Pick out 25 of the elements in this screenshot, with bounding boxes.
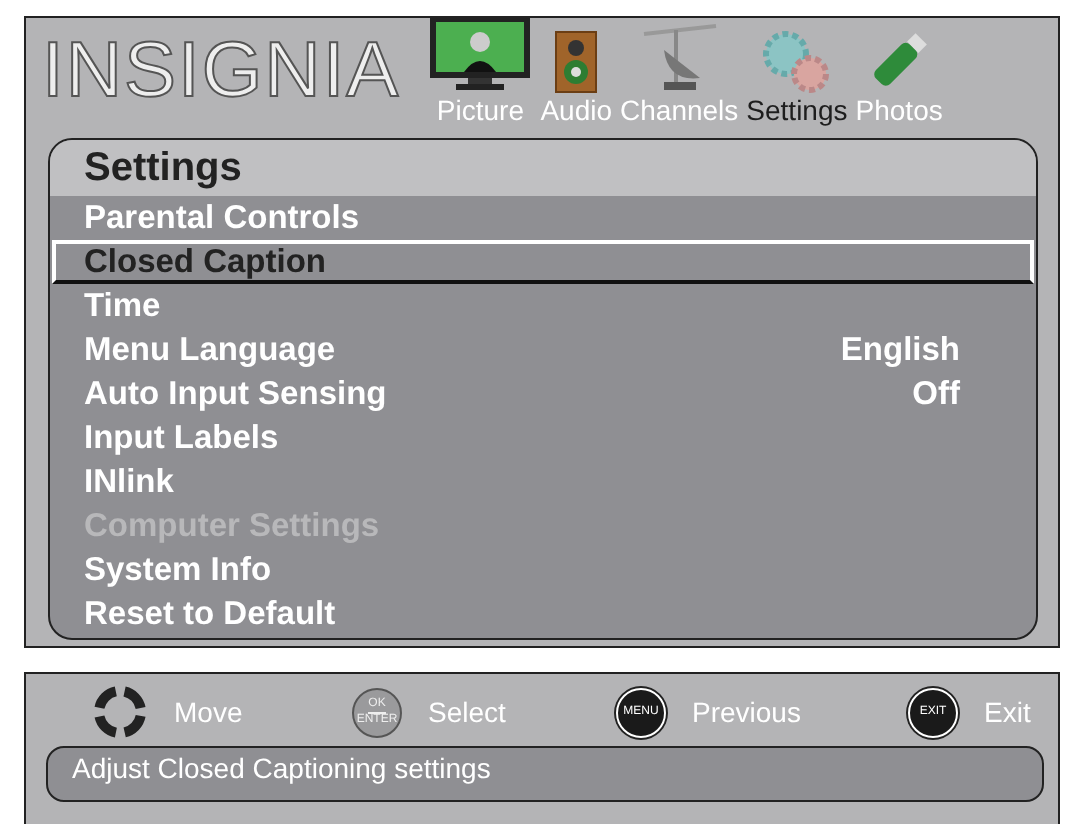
panel-title: Settings (50, 140, 1036, 196)
menu-item[interactable]: System Info (50, 548, 1036, 592)
brand-logo: INSIGNIA (42, 32, 401, 110)
menu-tab[interactable]: Channels (620, 14, 739, 126)
speaker-icon (554, 30, 599, 94)
menu-item[interactable]: Time (50, 284, 1036, 328)
menu-tab[interactable]: Audio (540, 14, 613, 126)
satellite-dish-icon (639, 22, 720, 94)
menu-item[interactable]: Auto Input Sensing Off (50, 372, 1036, 416)
menu-item[interactable]: Reset to Default (50, 592, 1036, 636)
hint-label: Exit (984, 696, 1031, 728)
menu-tab[interactable]: Picture (428, 14, 533, 126)
menu-item[interactable]: Input Labels (50, 416, 1036, 460)
menu-tab[interactable]: Photos (855, 14, 943, 126)
direction-pad-icon (92, 684, 148, 740)
hint-label: Select (428, 696, 506, 728)
hint-label: Previous (692, 696, 801, 728)
gears-icon (762, 30, 831, 94)
menu-item[interactable]: Closed Caption (52, 240, 1034, 284)
menu-item[interactable]: Parental Controls (50, 196, 1036, 240)
status-message: Adjust Closed Captioning settings (46, 746, 1044, 802)
menu-tab[interactable]: Settings (746, 14, 848, 126)
menu-item[interactable]: INlink (50, 460, 1036, 504)
menu-item[interactable]: Menu Language English (50, 328, 1036, 372)
hint-label: Move (174, 696, 243, 728)
